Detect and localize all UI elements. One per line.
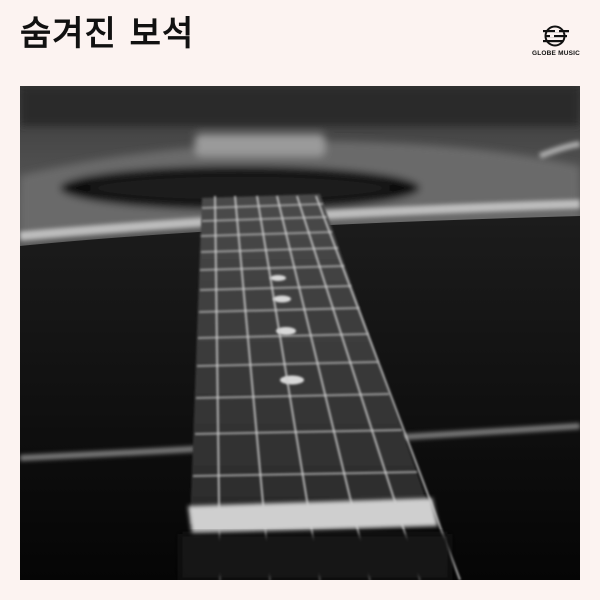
label-name: GLOBE MUSIC <box>531 50 581 57</box>
label-logo: GLOBE MUSIC <box>528 24 584 64</box>
globe-music-logo-icon <box>543 25 569 47</box>
acoustic-guitar-fretboard-photo <box>20 86 580 580</box>
cover-photo <box>20 86 580 580</box>
album-title: 숨겨진 보석 <box>20 14 195 54</box>
